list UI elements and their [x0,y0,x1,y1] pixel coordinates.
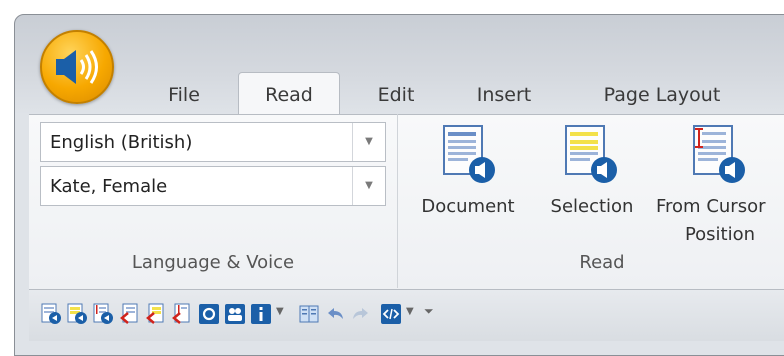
app-menu-button[interactable] [40,30,114,104]
prev-sentence-icon[interactable] [40,303,62,325]
tab-label: Read [265,84,313,106]
customize-toolbar-icon[interactable]: ⏷ [424,304,434,319]
tab-read[interactable]: Read [238,72,340,116]
read-from-cursor-label-line1: From Cursor [656,196,766,217]
read-document-label: Document [421,196,515,217]
chevron-down-icon[interactable]: ▼ [352,123,385,161]
undo-icon[interactable] [324,303,346,325]
tab-page-layout[interactable]: Page Layout [588,78,736,114]
settings-icon[interactable] [198,303,220,325]
chevron-down-icon[interactable]: ▼ [352,167,385,205]
code-icon[interactable] [380,303,402,325]
tab-label: Edit [377,84,415,106]
speaker-icon [56,50,98,84]
stop-document-icon[interactable] [118,303,140,325]
code-dropdown-chevron-icon[interactable]: ▼ [406,306,414,317]
read-selection-small-icon[interactable] [66,303,88,325]
voices-icon[interactable] [224,303,246,325]
read-from-cursor-button[interactable]: From Cursor Position [656,120,784,250]
info-icon[interactable] [250,303,272,325]
tab-edit[interactable]: Edit [366,78,426,114]
read-selection-button[interactable]: Selection [536,120,648,230]
group-label-language-voice: Language & Voice [131,252,295,273]
language-dropdown[interactable]: English (British) ▼ [40,122,386,162]
read-from-cursor-label-line2: Position [684,224,756,245]
book-icon[interactable] [298,303,320,325]
tab-label: Insert [476,84,532,106]
read-from-cursor-small-icon[interactable] [92,303,114,325]
group-label-read: Read [579,252,625,273]
stop-selection-icon[interactable] [144,303,166,325]
read-from-cursor-icon [693,125,745,183]
tab-insert[interactable]: Insert [464,78,544,114]
read-document-icon [443,125,495,183]
language-value: English (British) [50,132,193,153]
voice-dropdown[interactable]: Kate, Female ▼ [40,166,386,206]
read-document-button[interactable]: Document [408,120,528,230]
read-selection-icon [565,125,617,183]
voice-value: Kate, Female [50,176,168,197]
redo-icon[interactable] [350,303,372,325]
stop-cursor-icon[interactable] [170,303,192,325]
read-selection-label: Selection [550,196,634,217]
info-dropdown-chevron-icon[interactable]: ▼ [276,306,284,317]
tab-label: File [168,84,200,106]
tab-file[interactable]: File [148,78,220,114]
tab-label: Page Layout [603,84,721,106]
